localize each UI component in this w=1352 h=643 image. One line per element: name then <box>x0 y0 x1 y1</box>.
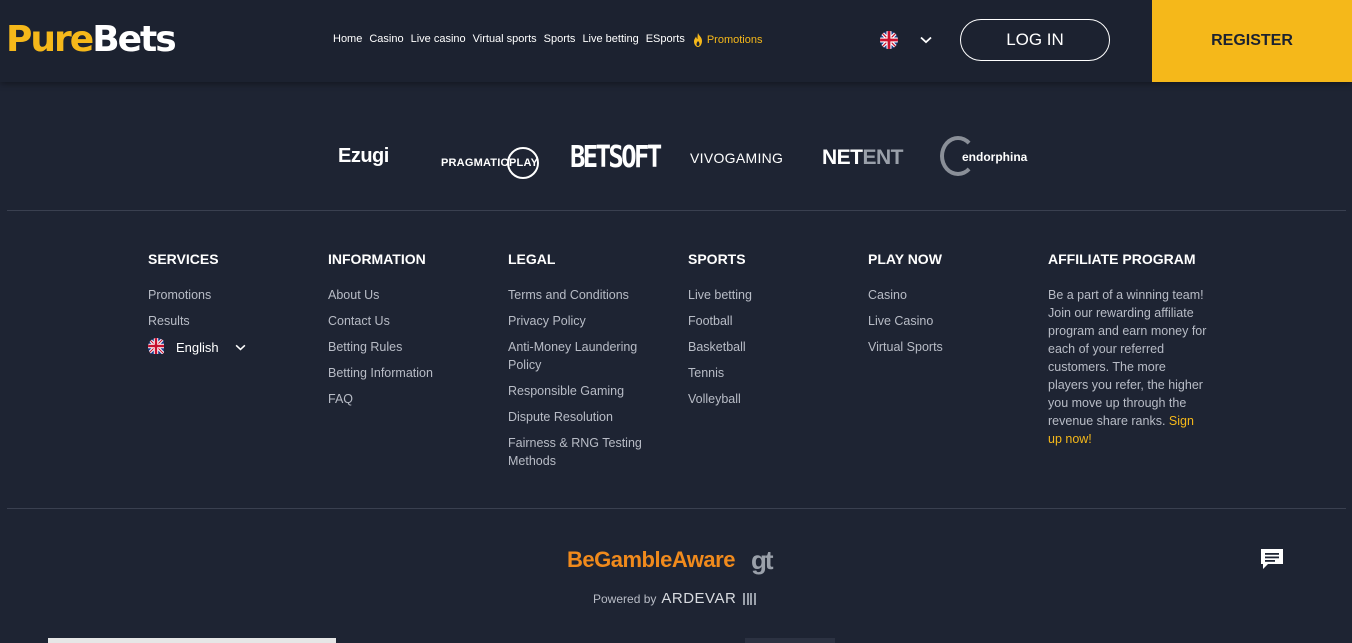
footer-information: INFORMATION About Us Contact Us Betting … <box>328 251 488 416</box>
register-button[interactable]: REGISTER <box>1152 0 1352 82</box>
powered-by-label: Powered by <box>593 591 657 606</box>
info-link-betting-rules[interactable]: Betting Rules <box>328 338 488 356</box>
nav-live-casino[interactable]: Live casino <box>411 33 466 47</box>
logo-pure: Pure <box>6 19 94 60</box>
sports-link-basketball[interactable]: Basketball <box>688 338 848 356</box>
chevron-down-icon <box>920 36 932 44</box>
endorphina-text: endorphina <box>962 150 1028 164</box>
purebets-logo[interactable]: PureBets <box>6 18 177 62</box>
legal-link-dispute[interactable]: Dispute Resolution <box>508 408 668 426</box>
footer-language-label: English <box>176 339 219 355</box>
affiliate-text: Be a part of a winning team! Join our re… <box>1048 288 1207 428</box>
info-link-betting-information[interactable]: Betting Information <box>328 364 488 382</box>
legal-link-fairness[interactable]: Fairness & RNG Testing Methods <box>508 434 668 470</box>
info-link-contact[interactable]: Contact Us <box>328 312 488 330</box>
legal-link-responsible-gaming[interactable]: Responsible Gaming <box>508 382 668 400</box>
nav-home[interactable]: Home <box>333 33 362 47</box>
gt-logo[interactable]: gt <box>751 545 774 576</box>
logo-bets: Bets <box>92 19 176 60</box>
main-nav: Home Casino Live casino Virtual sports S… <box>333 33 762 47</box>
footer-sports: SPORTS Live betting Football Basketball … <box>688 251 848 416</box>
play-link-virtual-sports[interactable]: Virtual Sports <box>868 338 1028 356</box>
nav-promotions-label: Promotions <box>706 34 763 46</box>
powered-by: Powered by ARDEVAR <box>593 590 756 607</box>
footer-affiliate: AFFILIATE PROGRAM Be a part of a winning… <box>1048 251 1208 448</box>
nav-promotions[interactable]: Promotions <box>692 33 763 47</box>
affiliate-heading: AFFILIATE PROGRAM <box>1048 251 1196 267</box>
login-button[interactable]: LOG IN <box>960 19 1110 61</box>
nav-casino[interactable]: Casino <box>369 33 403 47</box>
provider-endorphina-logo: endorphina <box>940 136 1030 180</box>
services-heading: SERVICES <box>148 251 219 267</box>
footer-language-selector[interactable]: English <box>148 338 308 356</box>
provider-betsoft-logo: BETSOFT <box>570 140 662 175</box>
nav-sports[interactable]: Sports <box>544 33 576 47</box>
sports-link-tennis[interactable]: Tennis <box>688 364 848 382</box>
information-heading: INFORMATION <box>328 251 426 267</box>
provider-vivogaming-logo: VIVOGAMING <box>690 150 784 166</box>
nav-virtual-sports[interactable]: Virtual sports <box>473 33 537 47</box>
flame-icon <box>693 33 702 47</box>
divider-bottom <box>7 508 1346 509</box>
nav-live-betting[interactable]: Live betting <box>582 33 638 47</box>
sports-link-volleyball[interactable]: Volleyball <box>688 390 848 408</box>
footer-legal: LEGAL Terms and Conditions Privacy Polic… <box>508 251 668 478</box>
netent-net: NET <box>822 146 863 169</box>
legal-link-terms[interactable]: Terms and Conditions <box>508 286 668 304</box>
affiliate-description: Be a part of a winning team! Join our re… <box>1048 286 1208 448</box>
play-link-casino[interactable]: Casino <box>868 286 1028 304</box>
info-link-faq[interactable]: FAQ <box>328 390 488 408</box>
services-link-results[interactable]: Results <box>148 312 308 330</box>
legal-link-privacy[interactable]: Privacy Policy <box>508 312 668 330</box>
ardevar-bars-icon <box>743 592 756 605</box>
chat-icon[interactable] <box>1259 547 1285 576</box>
nav-esports[interactable]: ESports <box>646 33 685 47</box>
info-link-about[interactable]: About Us <box>328 286 488 304</box>
bottom-bar-mid <box>745 638 835 643</box>
netent-ent: ENT <box>862 146 904 169</box>
play-link-live-casino[interactable]: Live Casino <box>868 312 1028 330</box>
game-providers: Ezugi PRAGMATIC PLAY BETSOFT VIVOGAMING … <box>0 130 1352 185</box>
pragmatic-text: PRAGMATIC <box>441 157 509 169</box>
sports-heading: SPORTS <box>688 251 746 267</box>
services-link-promotions[interactable]: Promotions <box>148 286 308 304</box>
ardevar-logo: ARDEVAR <box>661 590 737 607</box>
bottom-bar-left <box>48 638 336 643</box>
legal-heading: LEGAL <box>508 251 556 267</box>
play-now-heading: PLAY NOW <box>868 251 942 267</box>
legal-link-aml[interactable]: Anti-Money Laundering Policy <box>508 338 668 374</box>
uk-flag-icon <box>148 338 166 356</box>
chevron-down-icon <box>235 344 246 351</box>
sports-link-football[interactable]: Football <box>688 312 848 330</box>
provider-ezugi-logo: Ezugi <box>338 145 389 167</box>
uk-flag-icon <box>880 31 898 49</box>
language-selector[interactable] <box>880 31 932 49</box>
divider-top <box>7 210 1346 211</box>
site-header: PureBets Home Casino Live casino Virtual… <box>0 0 1352 82</box>
provider-netent-logo: NETENT <box>822 146 903 170</box>
footer-services: SERVICES Promotions Results English <box>148 251 308 356</box>
pragmatic-play-text: PLAY <box>509 157 539 169</box>
sports-link-live-betting[interactable]: Live betting <box>688 286 848 304</box>
footer-play-now: PLAY NOW Casino Live Casino Virtual Spor… <box>868 251 1028 364</box>
begambleaware-logo[interactable]: BeGambleAware <box>567 547 735 573</box>
